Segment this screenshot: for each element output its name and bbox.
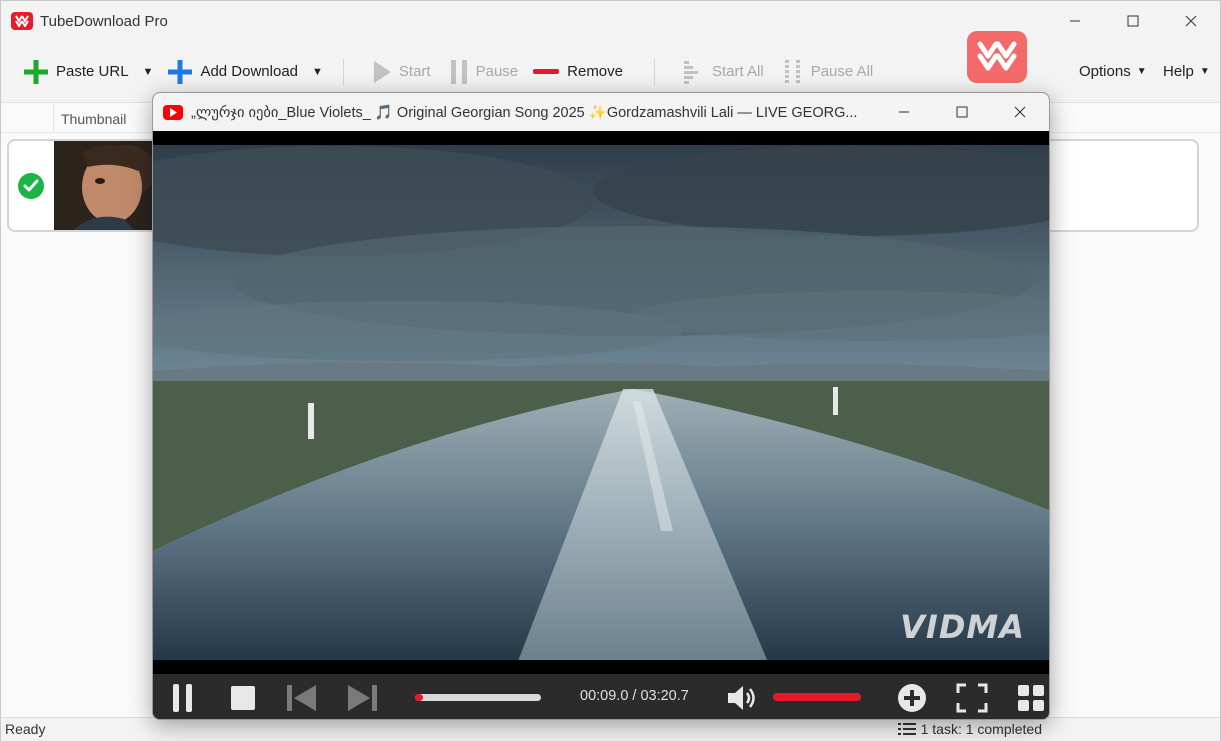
pause-label: Pause [475, 63, 519, 80]
toolbar-separator [342, 58, 344, 85]
app-title: TubeDownload Pro [40, 12, 168, 30]
pause-icon [173, 684, 192, 712]
task-summary: 1 task: 1 completed [897, 721, 1042, 737]
speaker-icon [728, 686, 755, 710]
previous-button[interactable] [286, 683, 318, 713]
brand-logo-icon [967, 31, 1027, 83]
player-window-controls [875, 93, 1049, 131]
add-button[interactable] [897, 683, 927, 713]
help-menu[interactable]: Help ▼ [1163, 41, 1210, 103]
skip-back-icon [287, 685, 316, 711]
start-label: Start [398, 63, 431, 80]
video-thumbnail [54, 141, 154, 230]
pause-button[interactable] [169, 683, 197, 713]
chevron-down-icon[interactable]: ▼ [143, 66, 154, 78]
pause-all-label: Pause All [810, 63, 874, 80]
start-all-label: Start All [712, 63, 764, 80]
completed-check-icon [18, 173, 44, 199]
volume-level [773, 693, 861, 701]
seek-bar[interactable] [415, 694, 541, 701]
status-bar: Ready 1 task: 1 completed [1, 717, 1220, 741]
options-menu[interactable]: Options ▼ [1079, 41, 1147, 103]
options-label: Options [1079, 63, 1131, 80]
stop-icon [231, 686, 255, 710]
list-icon [897, 723, 916, 735]
fullscreen-icon [956, 683, 988, 713]
volume-slider[interactable] [773, 693, 861, 701]
fullscreen-button[interactable] [956, 683, 988, 713]
pause-icon [450, 59, 467, 84]
plus-icon [24, 59, 48, 84]
paste-url-label: Paste URL [56, 63, 129, 80]
volume-button[interactable] [726, 684, 760, 712]
skip-forward-icon [348, 685, 377, 711]
window-controls [1046, 1, 1220, 41]
next-button[interactable] [346, 683, 378, 713]
status-text: Ready [5, 721, 46, 737]
minimize-button[interactable] [1046, 1, 1104, 41]
player-minimize-button[interactable] [875, 93, 933, 131]
player-title: „ლურჯი იები_Blue Violets_ 🎵 Original Geo… [191, 104, 858, 121]
stop-button[interactable] [229, 685, 257, 711]
close-button[interactable] [1162, 1, 1220, 41]
plus-icon [168, 59, 193, 84]
time-readout: 00:09.0 / 03:20.7 [580, 688, 689, 704]
play-icon [373, 60, 391, 83]
column-thumbnail[interactable]: Thumbnail [53, 105, 126, 133]
player-window: „ლურჯი იები_Blue Violets_ 🎵 Original Geo… [152, 92, 1050, 720]
grid-view-button[interactable] [1017, 684, 1045, 712]
chevron-down-icon[interactable]: ▼ [312, 66, 323, 78]
start-all-icon [684, 60, 698, 84]
youtube-icon [163, 104, 183, 120]
app-logo-icon [11, 12, 33, 30]
app-titlebar: TubeDownload Pro [1, 1, 1220, 41]
remove-label: Remove [567, 63, 623, 80]
pause-all-icon [784, 59, 800, 83]
add-download-label: Add Download [200, 63, 299, 80]
chevron-down-icon: ▼ [1136, 66, 1147, 77]
help-label: Help [1163, 63, 1194, 80]
toolbar-separator [654, 58, 655, 85]
paste-url-button[interactable]: Paste URL ▼ [23, 41, 153, 103]
player-titlebar: „ლურჯი იები_Blue Violets_ 🎵 Original Geo… [153, 93, 1049, 131]
task-summary-label: 1 task: 1 completed [920, 721, 1042, 737]
chevron-down-icon: ▼ [1199, 66, 1210, 77]
grid-icon [1018, 685, 1044, 711]
video-watermark: VIDMA [900, 608, 1025, 646]
video-frame[interactable]: VIDMA [153, 131, 1049, 674]
player-control-bar: 00:09.0 / 03:20.7 [153, 674, 1049, 719]
player-close-button[interactable] [991, 93, 1049, 131]
maximize-button[interactable] [1104, 1, 1162, 41]
player-maximize-button[interactable] [933, 93, 991, 131]
minus-icon [533, 68, 560, 74]
seek-progress [415, 694, 423, 701]
plus-circle-icon [898, 684, 926, 712]
